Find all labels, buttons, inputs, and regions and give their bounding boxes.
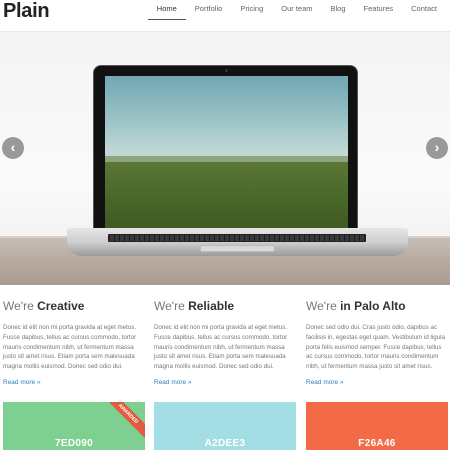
keyboard-keys bbox=[110, 235, 364, 241]
color-box-orange[interactable]: F26A46 bbox=[306, 402, 448, 450]
laptop-screen bbox=[105, 76, 348, 228]
column-heading: We're in Palo Alto bbox=[306, 298, 446, 314]
chevron-right-icon: › bbox=[434, 139, 440, 155]
nav-portfolio[interactable]: Portfolio bbox=[186, 0, 232, 32]
screen-sky bbox=[105, 76, 348, 166]
heading-prefix: We're bbox=[3, 299, 38, 313]
hero-slider: ‹ › bbox=[0, 32, 450, 285]
color-box-green[interactable]: AWARDED 7ED090 bbox=[3, 402, 145, 450]
heading-title: Creative bbox=[37, 299, 85, 313]
nav-contact[interactable]: Contact bbox=[402, 0, 446, 32]
heading-title: Reliable bbox=[188, 299, 235, 313]
site-logo[interactable]: Plain bbox=[3, 0, 50, 23]
screen-horizon bbox=[105, 154, 348, 162]
awarded-ribbon: AWARDED bbox=[99, 402, 145, 443]
feature-column-reliable: We're Reliable Donec id elit non mi port… bbox=[154, 298, 294, 386]
color-box-blue[interactable]: A2DEE3 bbox=[154, 402, 296, 450]
laptop-keyboard bbox=[108, 234, 366, 242]
column-text: Donec sed odio dui. Cras justo odio, dap… bbox=[306, 324, 445, 371]
column-heading: We're Reliable bbox=[154, 298, 294, 314]
nav-pricing[interactable]: Pricing bbox=[231, 0, 272, 32]
chevron-left-icon: ‹ bbox=[10, 139, 16, 155]
nav-blog[interactable]: Blog bbox=[322, 0, 355, 32]
slider-prev-button[interactable]: ‹ bbox=[2, 137, 24, 159]
heading-prefix: We're bbox=[154, 299, 189, 313]
color-code: F26A46 bbox=[358, 438, 396, 449]
nav-home[interactable]: Home bbox=[147, 0, 186, 20]
heading-prefix: We're bbox=[306, 299, 341, 313]
laptop-image bbox=[93, 65, 358, 231]
laptop-camera bbox=[225, 69, 228, 72]
read-more-link[interactable]: Read more » bbox=[306, 379, 446, 386]
column-text: Donec id elit non mi porta gravida at eg… bbox=[3, 324, 137, 371]
column-heading: We're Creative bbox=[3, 298, 143, 314]
color-code: A2DEE3 bbox=[204, 438, 246, 449]
screen-field bbox=[105, 156, 348, 228]
feature-column-creative: We're Creative Donec id elit non mi port… bbox=[3, 298, 143, 386]
column-text: Donec id elit non mi porta gravida at eg… bbox=[154, 324, 288, 371]
nav-our-team[interactable]: Our team bbox=[272, 0, 321, 32]
main-nav: Home Portfolio Pricing Our team Blog Fea… bbox=[147, 0, 446, 32]
read-more-link[interactable]: Read more » bbox=[3, 379, 143, 386]
feature-column-palo-alto: We're in Palo Alto Donec sed odio dui. C… bbox=[306, 298, 446, 386]
laptop-trackpad bbox=[200, 245, 275, 252]
site-header: Plain Home Portfolio Pricing Our team Bl… bbox=[0, 0, 450, 32]
heading-title: in Palo Alto bbox=[340, 299, 406, 313]
color-code: 7ED090 bbox=[55, 438, 93, 449]
slider-next-button[interactable]: › bbox=[426, 137, 448, 159]
read-more-link[interactable]: Read more » bbox=[154, 379, 294, 386]
nav-features[interactable]: Features bbox=[355, 0, 403, 32]
